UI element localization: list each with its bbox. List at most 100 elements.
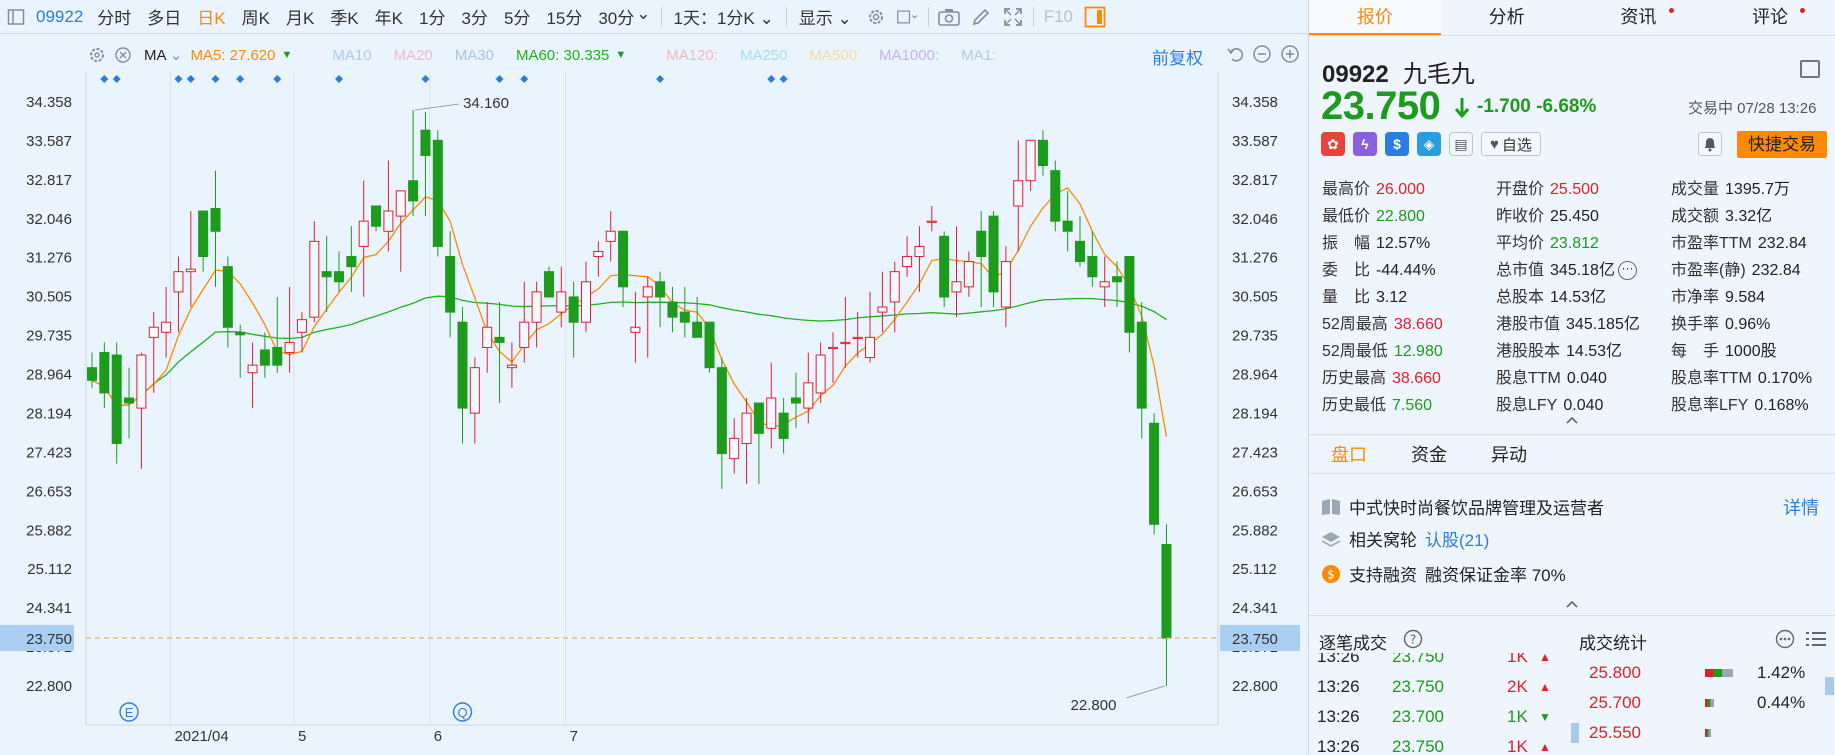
- candle-body[interactable]: [296, 319, 307, 333]
- interval-select[interactable]: 1天：1分K ⌄: [666, 4, 782, 29]
- ma30-label[interactable]: MA30: [455, 47, 494, 64]
- ma500-label[interactable]: MA500: [809, 47, 857, 64]
- ma250-label[interactable]: MA250: [740, 47, 788, 64]
- candle-body[interactable]: [679, 311, 690, 323]
- candle-body[interactable]: [543, 271, 554, 298]
- settings-gear-icon[interactable]: [865, 6, 887, 28]
- candle-body[interactable]: [889, 271, 900, 303]
- ma10-label[interactable]: MA10: [332, 47, 371, 64]
- candle-body[interactable]: [877, 306, 888, 313]
- dollar-icon[interactable]: $: [1385, 132, 1409, 156]
- candle-body[interactable]: [914, 245, 925, 258]
- candle-body[interactable]: [235, 331, 246, 336]
- candle-body[interactable]: [988, 215, 999, 293]
- dividend-marker-icon[interactable]: [100, 75, 109, 83]
- candle-body[interactable]: [1124, 256, 1135, 333]
- candle-body[interactable]: [642, 286, 653, 298]
- dividend-marker-icon[interactable]: [236, 75, 245, 83]
- period-tab[interactable]: 3分: [453, 4, 495, 29]
- candle-body[interactable]: [1025, 139, 1036, 182]
- period-tab[interactable]: 日K: [189, 4, 233, 29]
- candle-body[interactable]: [939, 235, 950, 298]
- candle-body[interactable]: [161, 321, 172, 333]
- f10-button[interactable]: F10: [1038, 7, 1079, 27]
- dividend-marker-icon[interactable]: [335, 75, 343, 83]
- candle-body[interactable]: [259, 349, 270, 366]
- period-tab[interactable]: 多日: [139, 4, 189, 29]
- ma1-label[interactable]: MA1:: [961, 47, 996, 64]
- stock-code[interactable]: 09922: [32, 7, 89, 27]
- zoom-in-icon[interactable]: [1280, 44, 1300, 69]
- candle-body[interactable]: [519, 321, 530, 348]
- candle-body[interactable]: [593, 250, 604, 258]
- ma5-label[interactable]: MA5: 27.620: [190, 47, 275, 64]
- ma-close-icon[interactable]: [112, 44, 134, 66]
- candle-body[interactable]: [445, 256, 456, 313]
- candle-body[interactable]: [358, 220, 369, 247]
- price-adjust-button[interactable]: 前复权: [1152, 44, 1203, 69]
- zoom-out-icon[interactable]: [1252, 44, 1272, 69]
- ma5-dropdown-icon[interactable]: ▼: [282, 49, 293, 61]
- candle-body[interactable]: [124, 397, 135, 404]
- candle-body[interactable]: [469, 367, 480, 414]
- candle-body[interactable]: [210, 208, 221, 232]
- candle-body[interactable]: [618, 230, 629, 288]
- dividend-marker-icon[interactable]: [186, 75, 195, 83]
- fullscreen-icon[interactable]: [1002, 6, 1024, 28]
- candle-body[interactable]: [198, 210, 209, 258]
- candle-body[interactable]: [1099, 281, 1110, 288]
- candle-body[interactable]: [247, 364, 258, 374]
- candle-body[interactable]: [111, 354, 122, 444]
- candle-body[interactable]: [531, 291, 542, 323]
- sidebar-toggle-icon[interactable]: [5, 6, 27, 28]
- detail-link[interactable]: 详情: [1783, 494, 1819, 520]
- scrollbar-thumb[interactable]: [1825, 677, 1834, 695]
- candle-body[interactable]: [457, 321, 468, 409]
- ma120-label[interactable]: MA120:: [666, 47, 718, 64]
- quote-tab[interactable]: 评论: [1704, 0, 1835, 35]
- candle-body[interactable]: [605, 230, 616, 242]
- hk-flag-icon[interactable]: ✿: [1321, 132, 1345, 156]
- candle-body[interactable]: [828, 346, 838, 350]
- candle-body[interactable]: [99, 352, 110, 394]
- dividend-marker-icon[interactable]: [112, 75, 121, 83]
- candle-body[interactable]: [568, 296, 579, 323]
- period-tab[interactable]: 30分: [590, 4, 642, 29]
- dividend-marker-icon[interactable]: [520, 75, 529, 83]
- candle-body[interactable]: [815, 354, 826, 394]
- period-tab[interactable]: 分时: [89, 4, 139, 29]
- candle-body[interactable]: [173, 271, 184, 293]
- lightning-icon[interactable]: ϟ: [1353, 132, 1377, 156]
- bell-icon[interactable]: [1698, 132, 1722, 156]
- candle-body[interactable]: [963, 261, 974, 288]
- camera-icon[interactable]: [937, 6, 960, 28]
- scrollbar-thumb[interactable]: [1571, 723, 1579, 743]
- collapse-chevron-icon[interactable]: [1565, 599, 1579, 609]
- period-tab[interactable]: 月K: [278, 4, 322, 29]
- candle-body[interactable]: [729, 437, 740, 460]
- candle-body[interactable]: [976, 230, 987, 258]
- ma20-label[interactable]: MA20: [394, 47, 433, 64]
- candle-body[interactable]: [222, 266, 233, 328]
- candle-body[interactable]: [667, 301, 678, 318]
- tick-list[interactable]: 13:26 23.750 1K ▲ 13:26 23.750 2K ▲ 13:26 23.700 1…: [1309, 653, 1579, 755]
- candle-body[interactable]: [482, 326, 493, 348]
- candle-body[interactable]: [716, 367, 727, 455]
- candle-body[interactable]: [951, 281, 962, 293]
- quote-tab[interactable]: 分析: [1441, 0, 1573, 35]
- quick-trade-button[interactable]: 快捷交易: [1737, 131, 1827, 158]
- tag-icon[interactable]: ◈: [1417, 132, 1441, 156]
- candle-body[interactable]: [346, 256, 357, 268]
- candle-body[interactable]: [556, 291, 567, 313]
- more-options-icon[interactable]: [1775, 629, 1795, 649]
- period-tab[interactable]: 15分: [538, 4, 590, 29]
- candle-body[interactable]: [1136, 321, 1147, 409]
- bookmark-icon[interactable]: ▤: [1449, 132, 1473, 156]
- candle-body[interactable]: [309, 240, 320, 318]
- add-watchlist-button[interactable]: ♥ 自选: [1481, 132, 1541, 156]
- candle-body[interactable]: [704, 321, 715, 369]
- dividend-marker-icon[interactable]: [779, 75, 788, 83]
- candle-body[interactable]: [1112, 276, 1123, 283]
- candle-body[interactable]: [1087, 256, 1098, 278]
- detail-tab[interactable]: 盘口: [1309, 435, 1389, 473]
